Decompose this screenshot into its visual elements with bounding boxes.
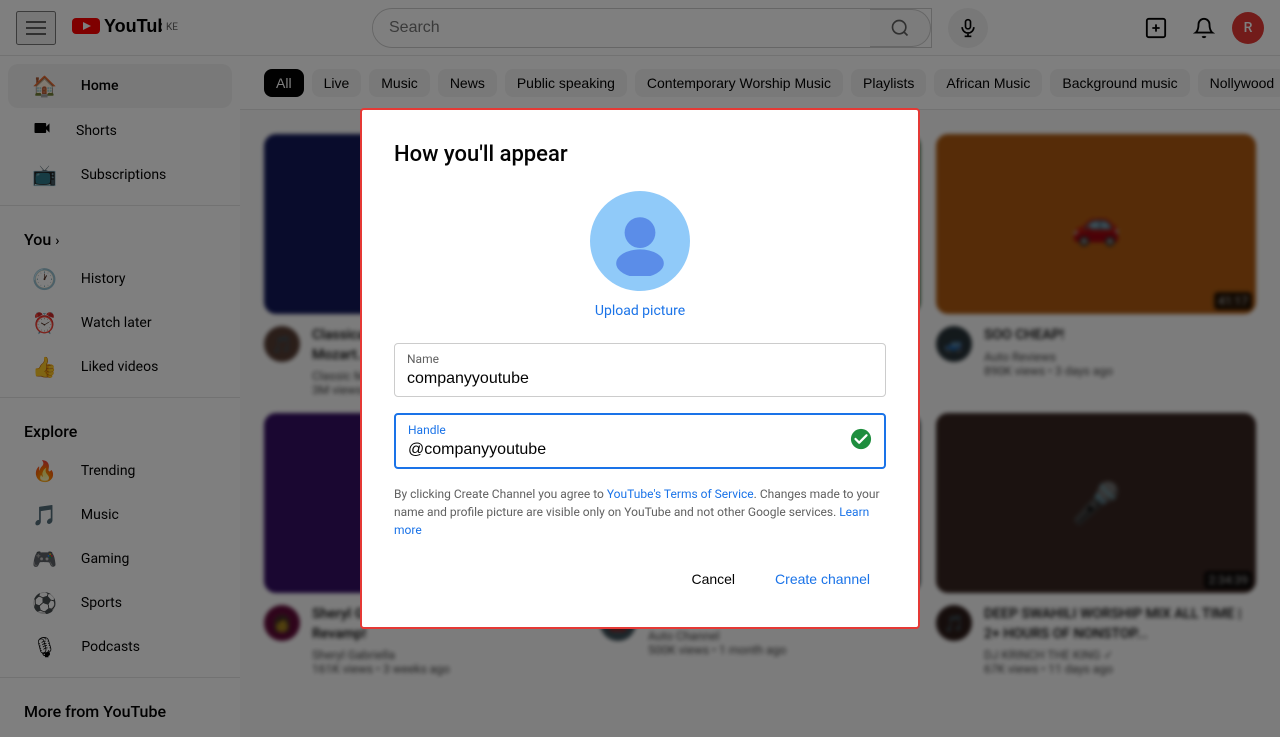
handle-label: Handle [408, 423, 872, 437]
modal-backdrop: How you'll appear Upload picture Name Ha… [0, 0, 1280, 737]
modal-title: How you'll appear [394, 142, 886, 167]
handle-check-icon [850, 428, 872, 454]
handle-field: Handle [394, 413, 886, 469]
cancel-button[interactable]: Cancel [675, 563, 751, 595]
how-you-appear-modal: How you'll appear Upload picture Name Ha… [360, 108, 920, 629]
modal-actions: Cancel Create channel [394, 563, 886, 595]
learn-more-link[interactable]: Learn more [394, 505, 869, 537]
name-label: Name [407, 352, 873, 366]
modal-avatar-section: Upload picture [394, 191, 886, 319]
modal-avatar [590, 191, 690, 291]
handle-input[interactable] [408, 441, 872, 459]
name-field-wrapper: Name [394, 343, 886, 397]
handle-field-wrapper: Handle [394, 413, 886, 469]
modal-notice: By clicking Create Channel you agree to … [394, 485, 886, 539]
create-channel-button[interactable]: Create channel [759, 563, 886, 595]
upload-picture-link[interactable]: Upload picture [595, 303, 685, 319]
name-input[interactable] [407, 370, 873, 388]
terms-link[interactable]: YouTube's Terms of Service [607, 487, 754, 501]
name-field: Name [394, 343, 886, 397]
default-avatar-svg [605, 206, 675, 276]
